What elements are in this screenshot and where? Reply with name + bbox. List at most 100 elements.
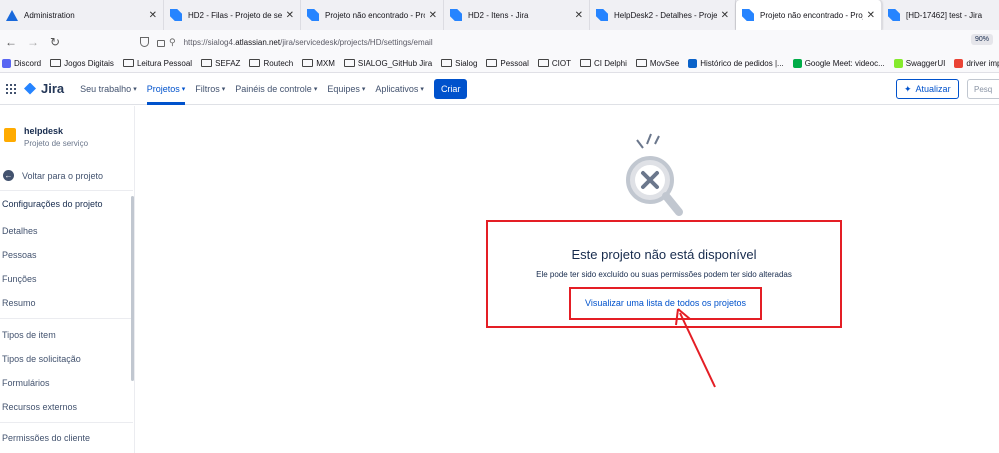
sidebar-item-permissoes-do-cliente[interactable]: Permissões do cliente	[2, 433, 90, 443]
settings-sliders-icon[interactable]: ⚲	[169, 37, 176, 48]
bookmark-label: Pessoal	[500, 58, 529, 68]
nav-filtros[interactable]: Filtros ▾	[195, 73, 225, 105]
sidebar-item-tipos-de-solicitacao[interactable]: Tipos de solicitação	[2, 354, 81, 364]
nav-equipes[interactable]: Equipes ▾	[327, 73, 365, 105]
bookmark-label: Leitura Pessoal	[136, 58, 193, 68]
bookmark-item[interactable]: SIALOG_GitHub Jira	[343, 58, 433, 68]
bookmark-item[interactable]: Histórico de pedidos |...	[688, 58, 784, 68]
bookmark-item[interactable]: MXM	[302, 59, 335, 68]
folder-icon	[579, 59, 591, 67]
project-header[interactable]: helpdesk Projeto de serviço	[4, 126, 88, 148]
bookmark-label: Routech	[263, 58, 294, 68]
create-button[interactable]: Criar	[433, 78, 468, 99]
annotation-arrow-icon	[675, 308, 716, 388]
sidebar-item-funcoes[interactable]: Funções	[2, 274, 37, 284]
nav-paineis[interactable]: Painéis de controle ▾	[235, 73, 317, 105]
bookmark-item[interactable]: driver impressora can...	[954, 58, 999, 68]
bookmark-label: MXM	[316, 58, 335, 68]
nav-projetos[interactable]: Projetos ▾	[146, 73, 185, 105]
browser-tab-active[interactable]: Projeto não encontrado - Projet ✕	[736, 0, 882, 30]
sidebar-item-resumo[interactable]: Resumo	[2, 298, 36, 308]
tab-title: Projeto não encontrado - Projet	[760, 10, 863, 20]
bookmark-item[interactable]: SwaggerUI	[893, 58, 945, 68]
arrow-left-circle-icon: ←	[3, 170, 14, 181]
bookmark-item[interactable]: Leitura Pessoal	[122, 58, 193, 68]
forward-arrow-icon[interactable]: →	[22, 35, 44, 49]
site-favicon-icon	[792, 58, 802, 68]
bookmark-item[interactable]: Sialog	[441, 59, 477, 68]
bookmark-item[interactable]: Jogos Digitais	[50, 59, 114, 68]
search-input[interactable]: Pesq	[967, 79, 999, 99]
view-all-projects-link[interactable]: Visualizar uma lista de todos os projeto…	[569, 298, 762, 308]
bookmark-label: SEFAZ	[215, 58, 241, 68]
sidebar-item-tipos-de-item[interactable]: Tipos de item	[2, 330, 56, 340]
nav-label: Filtros	[195, 83, 220, 94]
close-tab-icon[interactable]: ✕	[721, 10, 729, 21]
sidebar-item-formularios[interactable]: Formulários	[2, 378, 50, 388]
app-switcher-icon[interactable]	[6, 83, 16, 94]
bookmark-item[interactable]: Pessoal	[486, 58, 529, 68]
sparkle-icon: ✦	[904, 83, 912, 94]
chevron-down-icon: ▾	[361, 85, 366, 93]
back-arrow-icon[interactable]: ←	[0, 35, 22, 49]
project-type: Projeto de serviço	[24, 139, 89, 148]
bookmark-item[interactable]: MovSee	[635, 59, 679, 68]
jira-logo[interactable]: Jira	[24, 81, 64, 96]
folder-icon	[50, 59, 62, 67]
project-avatar	[4, 128, 16, 142]
search-placeholder: Pesq	[974, 84, 993, 94]
browser-tab-projeto-nao-encontrado[interactable]: Projeto não encontrado - Projet ✕	[301, 0, 444, 30]
folder-icon	[343, 59, 355, 67]
nav-label: Aplicativos	[375, 83, 419, 94]
error-title: Este projeto não está disponível	[571, 247, 757, 262]
bookmark-label: Google Meet: videoc...	[804, 58, 885, 68]
browser-tab-helpdesk2-detalhes[interactable]: HelpDesk2 - Detalhes - Projeto d ✕	[590, 0, 736, 30]
bookmark-label: Sialog	[455, 58, 478, 68]
close-tab-icon[interactable]: ✕	[575, 10, 583, 21]
jira-icon	[307, 9, 319, 21]
back-to-project-link[interactable]: ← Voltar para o projeto	[3, 170, 103, 181]
close-tab-icon[interactable]: ✕	[867, 10, 875, 21]
tab-title: Administration	[24, 10, 75, 20]
address-bar: ← → ↻ ⚲ https://sialog4. atlassian.net/ji…	[0, 30, 999, 54]
sidebar-item-pessoas[interactable]: Pessoas	[2, 250, 37, 260]
bookmark-label: SIALOG_GitHub Jira	[357, 58, 433, 68]
nav-aplicativos[interactable]: Aplicativos ▾	[375, 73, 424, 105]
url-field[interactable]: ⚲ https://sialog4. atlassian.net/jira/ser…	[140, 33, 965, 51]
nav-seu-trabalho[interactable]: Seu trabalho ▾	[80, 73, 137, 105]
folder-icon	[441, 59, 453, 67]
bookmark-item[interactable]: CI Delphi	[579, 59, 627, 68]
sidebar-item-detalhes[interactable]: Detalhes	[2, 226, 38, 236]
chevron-down-icon: ▾	[313, 85, 318, 93]
browser-tab-hd-17462[interactable]: [HD-17462] test - Jira	[882, 0, 999, 30]
bookmark-item[interactable]: Discord	[2, 58, 41, 68]
browser-tab-hd2-itens[interactable]: HD2 - Itens - Jira ✕	[444, 0, 590, 30]
browser-tab-hd2-filas[interactable]: HD2 - Filas - Projeto de serviço ✕	[164, 0, 301, 30]
sidebar-item-recursos-externos[interactable]: Recursos externos	[2, 402, 77, 412]
update-button[interactable]: ✦ Atualizar	[896, 79, 959, 99]
bookmark-item[interactable]: Google Meet: videoc...	[792, 58, 885, 68]
divider	[0, 318, 133, 319]
tab-title: HD2 - Itens - Jira	[468, 10, 529, 20]
jira-logo-icon	[24, 82, 36, 95]
folder-icon	[486, 59, 498, 67]
back-label: Voltar para o projeto	[22, 170, 104, 181]
sidebar-scrollbar[interactable]	[131, 196, 134, 381]
close-tab-icon[interactable]: ✕	[429, 10, 437, 21]
close-tab-icon[interactable]: ✕	[286, 10, 294, 21]
lock-icon	[157, 39, 165, 47]
folder-icon	[635, 59, 647, 67]
url-prefix: https://sialog4.	[183, 37, 236, 47]
chevron-down-icon: ▾	[420, 85, 424, 93]
close-tab-icon[interactable]: ✕	[149, 10, 157, 21]
browser-tab-administration[interactable]: Administration ✕	[0, 0, 164, 30]
zoom-level-badge[interactable]: 90%	[970, 34, 993, 45]
bookmark-item[interactable]: Routech	[249, 59, 293, 68]
reload-icon[interactable]: ↻	[44, 35, 66, 49]
bookmark-item[interactable]: SEFAZ	[201, 59, 240, 68]
nav-label: Painéis de controle	[235, 83, 312, 94]
chevron-down-icon: ▾	[133, 85, 137, 93]
error-subtitle: Ele pode ter sido excluído ou suas permi…	[536, 270, 792, 279]
bookmark-item[interactable]: CIOT	[537, 59, 571, 68]
divider	[0, 422, 133, 423]
